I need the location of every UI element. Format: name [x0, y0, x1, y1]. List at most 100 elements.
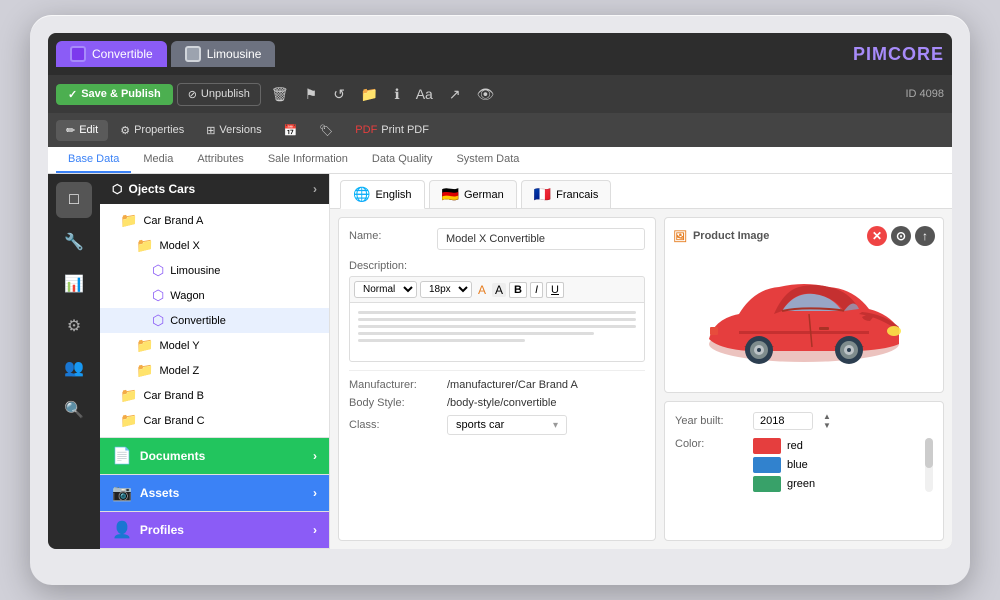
name-input[interactable]	[437, 228, 645, 250]
pdf-icon: PDF	[355, 124, 377, 136]
folder-yellow-icon: 📁	[136, 337, 153, 354]
tree-item-model-z[interactable]: 📁 Model Z	[100, 358, 329, 383]
year-built-row: Year built: ▲▼	[675, 412, 933, 430]
person-icon: 👤	[112, 520, 132, 540]
manufacturer-value: /manufacturer/Car Brand A	[447, 379, 578, 391]
folder-yellow-icon: 📁	[120, 412, 137, 429]
font-color-icon[interactable]: A	[475, 283, 489, 297]
refresh-icon[interactable]: ↺	[327, 82, 351, 107]
name-field-row: Name:	[349, 228, 645, 250]
image-panel-header: 🖼 Product Image ✕ ⊙ ↑	[673, 226, 935, 246]
panel-header: ⬡ Ojects Cars ›	[100, 174, 329, 204]
manufacturer-field-row: Manufacturer: /manufacturer/Car Brand A	[349, 379, 645, 391]
pencil-icon: ✏	[66, 124, 75, 137]
color-item-blue[interactable]: blue	[753, 457, 921, 473]
external-link-icon[interactable]: ↗	[443, 82, 467, 107]
sidebar-objects-icon[interactable]: □	[56, 182, 92, 218]
image-icon: 🖼	[673, 230, 687, 243]
sale-info-tab[interactable]: Sale Information	[256, 147, 360, 173]
tab-limousine[interactable]: Limousine	[171, 41, 276, 67]
chevron-down-icon: ▾	[553, 420, 558, 431]
attributes-tab[interactable]: Attributes	[185, 147, 255, 173]
content-panels: Name: Description: Normal	[330, 209, 952, 549]
tree-item-limousine[interactable]: ⬡ Limousine	[100, 258, 329, 283]
tree-item-model-x[interactable]: 📁 Model X	[100, 233, 329, 258]
year-built-input[interactable]	[753, 412, 813, 430]
versions-tab[interactable]: ⊞ Versions	[196, 120, 271, 141]
size-select[interactable]: 18px	[420, 281, 472, 298]
remove-image-button[interactable]: ✕	[867, 226, 887, 246]
underline-button[interactable]: U	[546, 282, 564, 298]
target-icon[interactable]: ⊙	[891, 226, 911, 246]
color-item-red[interactable]: red	[753, 438, 921, 454]
fr-flag-icon: 🇫🇷	[534, 186, 551, 203]
de-flag-icon: 🇩🇪	[442, 186, 459, 203]
manufacturer-label: Manufacturer:	[349, 379, 439, 391]
color-list: red blue green	[753, 438, 921, 492]
tree-item-car-brand-a[interactable]: 📁 Car Brand A	[100, 208, 329, 233]
color-row: Color: red	[675, 438, 933, 492]
edit-tab[interactable]: ✏ Edit	[56, 120, 108, 141]
base-data-tab[interactable]: Base Data	[56, 147, 131, 173]
class-select[interactable]: sports car ▾	[447, 415, 567, 435]
info-icon[interactable]: ℹ	[388, 82, 405, 107]
expand-arrow[interactable]: ›	[313, 182, 317, 196]
lang-tab-german[interactable]: 🇩🇪 German	[429, 180, 517, 208]
tree-item-model-y[interactable]: 📁 Model Y	[100, 333, 329, 358]
upload-icon[interactable]: ↑	[915, 226, 935, 246]
bold-button[interactable]: B	[509, 282, 527, 298]
description-editor[interactable]	[349, 302, 645, 362]
tag-tab[interactable]: 🏷	[309, 120, 343, 141]
tree-item-wagon[interactable]: ⬡ Wagon	[100, 283, 329, 308]
sidebar: □ 🔧 📊 ⚙ 👥 🔍	[48, 174, 100, 549]
tab-convertible[interactable]: Convertible	[56, 41, 167, 67]
color-scrollbar[interactable]	[925, 438, 933, 492]
sidebar-chart-icon[interactable]: 📊	[56, 266, 92, 302]
eye-icon[interactable]: 👁	[471, 82, 501, 107]
name-label: Name:	[349, 228, 429, 242]
top-bar: Convertible Limousine PIMCORE	[48, 33, 952, 75]
bottom-nav: 📄 Documents › 📷 Assets › 👤 Profiles ›	[100, 437, 329, 549]
save-publish-button[interactable]: ✓ Save & Publish	[56, 84, 173, 105]
nav-arrow-assets: ›	[313, 486, 317, 500]
italic-button[interactable]: I	[530, 282, 543, 298]
id-badge: ID 4098	[905, 88, 944, 100]
data-quality-tab[interactable]: Data Quality	[360, 147, 445, 173]
translate-icon[interactable]: Aa	[410, 82, 439, 106]
sidebar-tools-icon[interactable]: 🔧	[56, 224, 92, 260]
sliders-icon: ⚙	[120, 124, 130, 137]
calendar-tab[interactable]: 📅	[274, 120, 308, 141]
class-value: sports car	[456, 419, 504, 431]
system-data-tab[interactable]: System Data	[444, 147, 531, 173]
panel-actions: ✕ ⊙ ↑	[867, 226, 935, 246]
cube-icon: ⬡	[152, 262, 164, 279]
media-tab[interactable]: Media	[131, 147, 185, 173]
ban-icon: ⊘	[188, 88, 197, 101]
form-panel: Name: Description: Normal	[338, 217, 656, 541]
sidebar-search-icon[interactable]: 🔍	[56, 392, 92, 428]
product-panel: 🖼 Product Image ✕ ⊙ ↑	[664, 217, 944, 541]
documents-nav[interactable]: 📄 Documents ›	[100, 438, 329, 475]
pdf-tab[interactable]: PDF Print PDF	[345, 120, 439, 140]
sidebar-settings-icon[interactable]: ⚙	[56, 308, 92, 344]
format-select[interactable]: Normal	[354, 281, 417, 298]
language-tab-bar: 🌐 English 🇩🇪 German 🇫🇷 Francais	[330, 174, 952, 209]
folder-icon[interactable]: 📁	[355, 82, 384, 107]
cube-icon: ⬡	[112, 182, 122, 196]
left-panel: ⬡ Ojects Cars › 📁 Car Brand A 📁 Model X	[100, 174, 330, 549]
trash-icon[interactable]: 🗑	[265, 82, 295, 107]
profiles-nav[interactable]: 👤 Profiles ›	[100, 512, 329, 549]
tree-item-car-brand-c[interactable]: 📁 Car Brand C	[100, 408, 329, 433]
year-spinners[interactable]: ▲▼	[823, 412, 831, 430]
tree-item-convertible[interactable]: ⬡ Convertible	[100, 308, 329, 333]
flag-icon[interactable]: ⚑	[299, 82, 324, 107]
assets-nav[interactable]: 📷 Assets ›	[100, 475, 329, 512]
color-item-green[interactable]: green	[753, 476, 921, 492]
lang-tab-francais[interactable]: 🇫🇷 Francais	[521, 180, 612, 208]
properties-tab[interactable]: ⚙ Properties	[110, 120, 194, 141]
lang-tab-english[interactable]: 🌐 English	[340, 180, 425, 209]
unpublish-button[interactable]: ⊘ Unpublish	[177, 83, 261, 106]
tree-item-car-brand-b[interactable]: 📁 Car Brand B	[100, 383, 329, 408]
sidebar-users-icon[interactable]: 👥	[56, 350, 92, 386]
highlight-icon[interactable]: A	[492, 283, 506, 297]
